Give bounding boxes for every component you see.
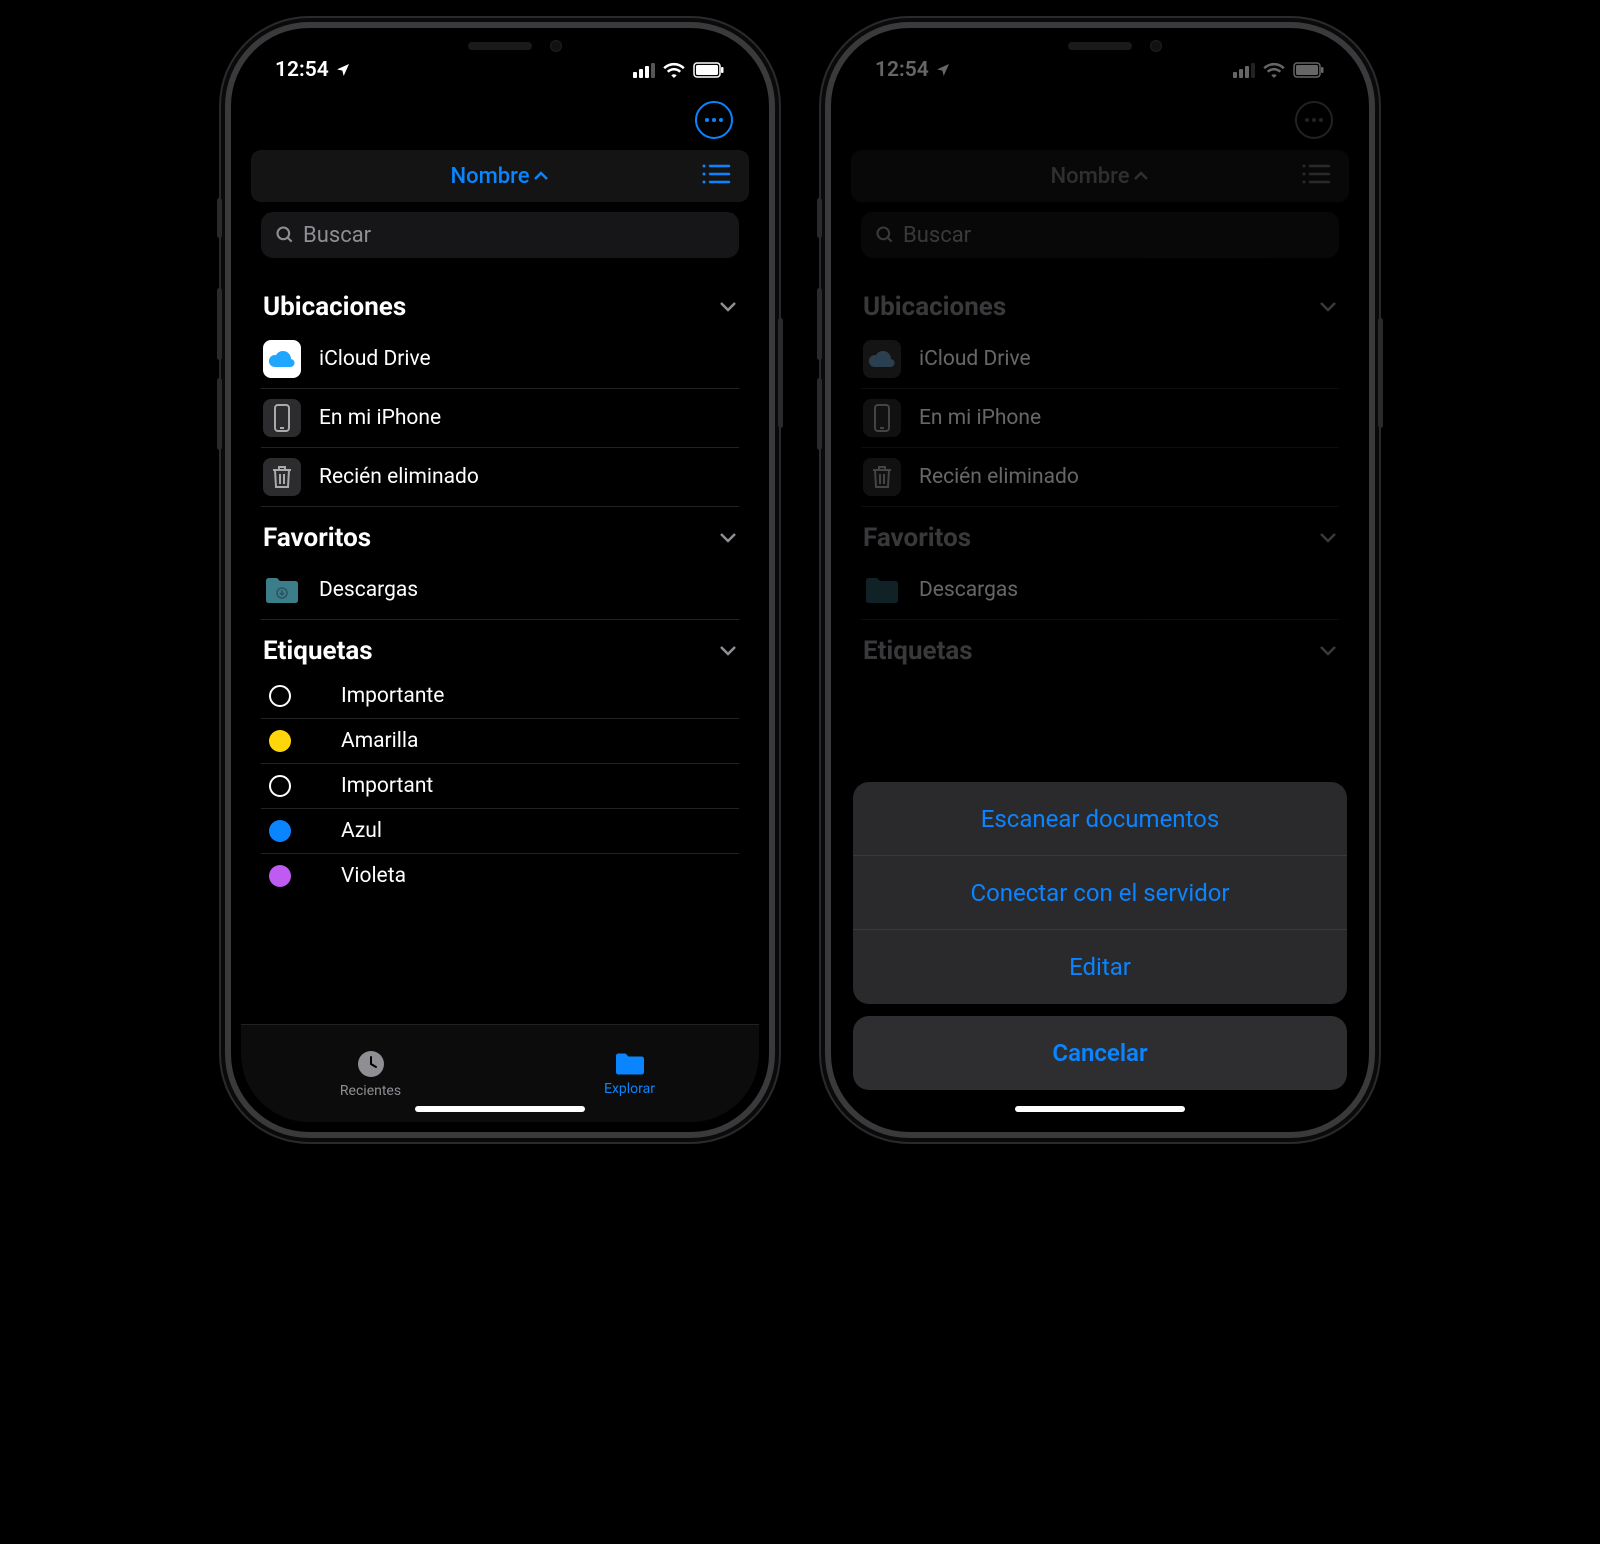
tab-label: Explorar: [604, 1081, 655, 1097]
list-item-label: Recién eliminado: [919, 465, 1079, 489]
tag-row[interactable]: Azul: [261, 809, 739, 854]
folder-icon: [614, 1051, 646, 1077]
tag-color-icon: [269, 775, 291, 797]
location-iphone[interactable]: En mi iPhone: [261, 389, 739, 448]
search-icon: [875, 225, 895, 245]
location-icloud[interactable]: iCloud Drive: [261, 330, 739, 389]
section-title: Favoritos: [863, 523, 971, 553]
chevron-down-icon: [1319, 642, 1337, 661]
section-locations: Ubicaciones: [861, 276, 1339, 330]
location-trash: Recién eliminado: [861, 448, 1339, 507]
sheet-cancel[interactable]: Cancelar: [853, 1016, 1347, 1090]
trash-icon: [263, 458, 301, 496]
list-view-icon: [1301, 163, 1331, 189]
chevron-up-icon: [1133, 171, 1149, 181]
tag-row[interactable]: Amarilla: [261, 719, 739, 764]
section-tags: Etiquetas: [861, 620, 1339, 674]
location-icloud: iCloud Drive: [861, 330, 1339, 389]
wifi-icon: [1263, 62, 1285, 78]
home-indicator[interactable]: [415, 1106, 585, 1112]
list-item-label: Descargas: [919, 578, 1018, 602]
section-title: Ubicaciones: [263, 292, 406, 322]
home-indicator[interactable]: [1015, 1106, 1185, 1112]
cloud-icon: [263, 340, 301, 378]
section-title: Etiquetas: [863, 636, 973, 666]
chevron-down-icon: [719, 298, 737, 317]
chevron-down-icon: [1319, 298, 1337, 317]
location-trash[interactable]: Recién eliminado: [261, 448, 739, 507]
search-placeholder: Buscar: [303, 223, 371, 248]
search-icon: [275, 225, 295, 245]
section-favorites: Favoritos: [861, 507, 1339, 561]
more-button[interactable]: [1295, 101, 1333, 139]
list-item-label: En mi iPhone: [919, 406, 1041, 430]
clock: 12:54: [875, 58, 929, 82]
list-item-label: Violeta: [341, 864, 406, 888]
list-item-label: Amarilla: [341, 729, 418, 753]
section-title: Favoritos: [263, 523, 371, 553]
chevron-down-icon: [1319, 529, 1337, 548]
tab-label: Recientes: [340, 1083, 401, 1099]
search-input[interactable]: Buscar: [261, 212, 739, 258]
section-title: Etiquetas: [263, 636, 373, 666]
sort-label: Nombre: [451, 164, 530, 189]
action-sheet: Escanear documentos Conectar con el serv…: [853, 782, 1347, 1112]
battery-icon: [693, 62, 725, 78]
cloud-icon: [863, 340, 901, 378]
list-item-label: Azul: [341, 819, 382, 843]
cell-signal-icon: [633, 63, 655, 78]
sort-label: Nombre: [1051, 164, 1130, 189]
tag-color-icon: [269, 820, 291, 842]
section-favorites[interactable]: Favoritos: [261, 507, 739, 561]
tag-row[interactable]: Importante: [261, 674, 739, 719]
favorite-downloads[interactable]: Descargas: [261, 561, 739, 620]
clock: 12:54: [275, 58, 329, 82]
chevron-down-icon: [719, 529, 737, 548]
wifi-icon: [663, 62, 685, 78]
sheet-edit[interactable]: Editar: [853, 930, 1347, 1004]
list-item-label: Importante: [341, 684, 444, 708]
list-item-label: Important: [341, 774, 433, 798]
iphone-icon: [263, 399, 301, 437]
section-locations[interactable]: Ubicaciones: [261, 276, 739, 330]
section-tags[interactable]: Etiquetas: [261, 620, 739, 674]
list-view-icon[interactable]: [701, 163, 731, 189]
sort-bar[interactable]: Nombre: [251, 150, 749, 202]
list-item-label: Descargas: [319, 578, 418, 602]
sheet-connect-server[interactable]: Conectar con el servidor: [853, 856, 1347, 930]
list-item-label: En mi iPhone: [319, 406, 441, 430]
sheet-scan-documents[interactable]: Escanear documentos: [853, 782, 1347, 856]
more-button[interactable]: [695, 101, 733, 139]
list-item-label: Recién eliminado: [319, 465, 479, 489]
search-placeholder: Buscar: [903, 223, 971, 248]
section-title: Ubicaciones: [863, 292, 1006, 322]
tag-color-icon: [269, 730, 291, 752]
location-iphone: En mi iPhone: [861, 389, 1339, 448]
battery-icon: [1293, 62, 1325, 78]
list-item-label: iCloud Drive: [319, 347, 431, 371]
chevron-up-icon: [533, 171, 549, 181]
location-icon: [335, 62, 351, 78]
clock-icon: [356, 1049, 386, 1079]
sort-bar: Nombre: [851, 150, 1349, 202]
iphone-icon: [863, 399, 901, 437]
location-icon: [935, 62, 951, 78]
tag-row[interactable]: Violeta: [261, 854, 739, 898]
trash-icon: [863, 458, 901, 496]
cell-signal-icon: [1233, 63, 1255, 78]
downloads-folder-icon: [263, 571, 301, 609]
favorite-downloads: Descargas: [861, 561, 1339, 620]
tag-row[interactable]: Important: [261, 764, 739, 809]
search-input: Buscar: [861, 212, 1339, 258]
tag-color-icon: [269, 865, 291, 887]
chevron-down-icon: [719, 642, 737, 661]
list-item-label: iCloud Drive: [919, 347, 1031, 371]
tag-color-icon: [269, 685, 291, 707]
downloads-folder-icon: [863, 571, 901, 609]
